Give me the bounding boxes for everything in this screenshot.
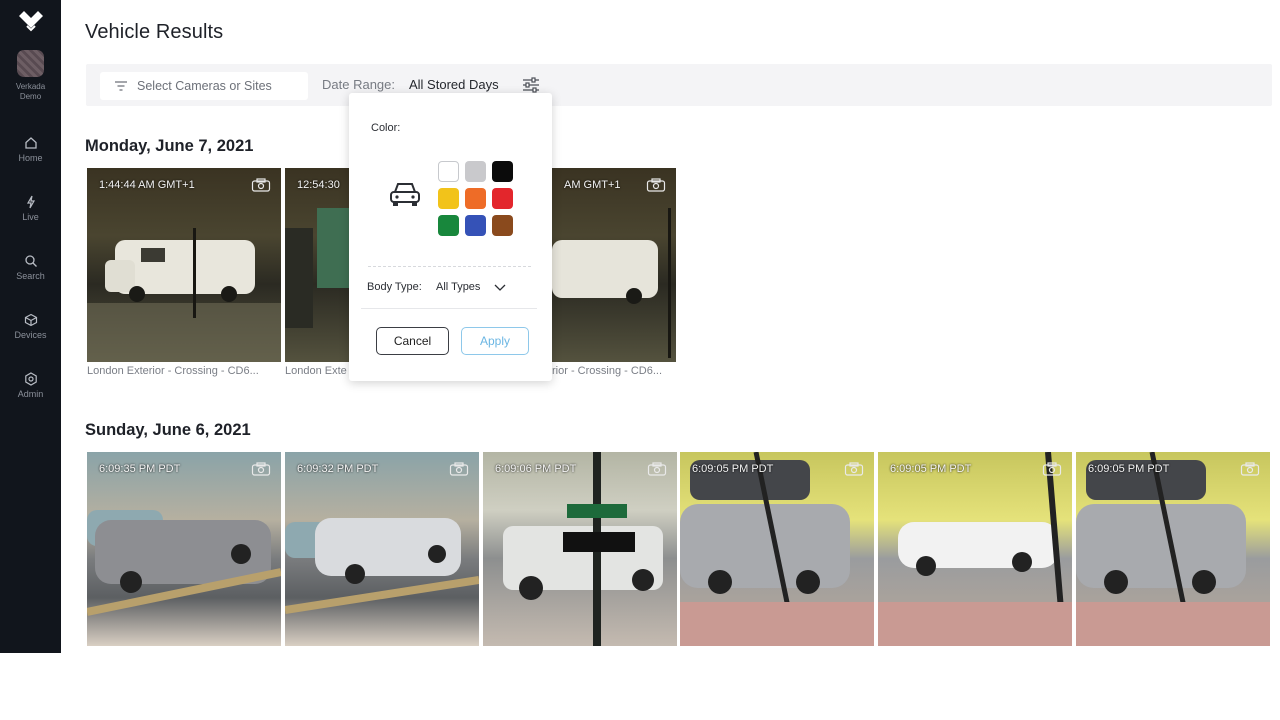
- capture-timestamp: 6:09:05 PM PDT: [890, 463, 972, 475]
- vehicle-result-card[interactable]: 12:54:30 London Exte: [285, 168, 349, 377]
- vehicle-scene: [552, 208, 671, 358]
- vehicle-result-card[interactable]: 6:09:05 PM PDT: [680, 452, 874, 649]
- sidebar-item-admin[interactable]: Admin: [0, 372, 61, 412]
- vehicle-result-card[interactable]: 6:09:06 PM PDT: [483, 452, 677, 649]
- color-swatch-white[interactable]: [438, 161, 459, 182]
- sidebar-item-label: Live: [22, 212, 39, 222]
- chevron-down-icon[interactable]: [494, 282, 506, 292]
- camera-icon[interactable]: [646, 178, 666, 192]
- search-icon: [24, 255, 37, 267]
- org-name: Verkada Demo: [4, 82, 57, 102]
- filter-icon: [115, 81, 127, 91]
- org-name-line1: Verkada: [15, 82, 46, 91]
- home-icon: [24, 137, 37, 149]
- camera-icon[interactable]: [844, 462, 864, 476]
- car-icon: [390, 183, 420, 206]
- devices-icon: [24, 313, 37, 327]
- vehicle-thumbnail: 6:09:32 PM PDT: [285, 452, 479, 646]
- sidebar-item-live[interactable]: Live: [0, 195, 61, 235]
- sidebar-item-label: Admin: [17, 389, 44, 399]
- capture-timestamp: 6:09:32 PM PDT: [297, 463, 379, 475]
- verkada-logo-icon[interactable]: [18, 10, 44, 32]
- color-swatch-blue[interactable]: [465, 215, 486, 236]
- camera-caption: rior - Crossing - CD6...: [552, 365, 663, 377]
- color-swatch-brown[interactable]: [492, 215, 513, 236]
- vehicle-filter-popover: Color: Body Type: All Types Cancel Apply: [349, 93, 552, 381]
- sidebar-item-home[interactable]: Home: [0, 136, 61, 176]
- camera-caption: London Exte: [285, 365, 347, 377]
- vehicle-thumbnail: 6:09:35 PM PDT: [87, 452, 281, 646]
- capture-timestamp: 6:09:05 PM PDT: [692, 463, 774, 475]
- camera-icon[interactable]: [251, 462, 271, 476]
- vehicle-thumbnail: 6:09:05 PM PDT: [878, 452, 1072, 646]
- org-name-line2: Demo: [19, 92, 42, 101]
- vehicle-scene: [285, 518, 479, 614]
- vehicle-thumbnail: 1:44:44 AM GMT+1: [87, 168, 281, 362]
- vehicle-scene: [680, 452, 874, 646]
- camera-icon[interactable]: [449, 462, 469, 476]
- camera-icon[interactable]: [251, 178, 271, 192]
- org-avatar[interactable]: [17, 50, 44, 77]
- sidebar-item-label: Home: [18, 153, 43, 163]
- filter-settings-icon[interactable]: [520, 75, 542, 95]
- capture-timestamp: AM GMT+1: [564, 179, 621, 191]
- vehicle-result-card[interactable]: 6:09:32 PM PDT: [285, 452, 479, 649]
- vehicle-scene: [1076, 452, 1270, 646]
- camera-icon[interactable]: [647, 462, 667, 476]
- filter-bar: Select Cameras or Sites Date Range: All …: [86, 64, 1272, 106]
- color-swatch-silver[interactable]: [465, 161, 486, 182]
- date-heading: Sunday, June 6, 2021: [85, 421, 251, 439]
- vehicle-scene: [503, 452, 663, 646]
- sidebar-item-search[interactable]: Search: [0, 254, 61, 294]
- vehicle-thumbnail: AM GMT+1: [552, 168, 676, 362]
- live-icon: [26, 195, 35, 209]
- vehicle-scene: [285, 208, 349, 328]
- vehicle-scene: [87, 510, 281, 616]
- capture-timestamp: 6:09:05 PM PDT: [1088, 463, 1170, 475]
- app-window: Verkada Demo Home Live Search Devices Ad…: [0, 0, 1280, 720]
- vehicle-scene: [878, 452, 1072, 646]
- camera-select-placeholder: Select Cameras or Sites: [137, 79, 272, 93]
- vehicle-thumbnail: 6:09:05 PM PDT: [680, 452, 874, 646]
- vehicle-scene: [87, 228, 281, 362]
- color-swatch-orange[interactable]: [465, 188, 486, 209]
- camera-icon[interactable]: [1042, 462, 1062, 476]
- cancel-button[interactable]: Cancel: [376, 327, 449, 355]
- color-label: Color:: [371, 122, 401, 134]
- sidebar-item-devices[interactable]: Devices: [0, 313, 61, 353]
- body-type-label: Body Type:: [367, 281, 422, 293]
- capture-timestamp: 6:09:06 PM PDT: [495, 463, 577, 475]
- vehicle-thumbnail: 12:54:30: [285, 168, 349, 362]
- vehicle-result-card[interactable]: AM GMT+1 rior - Crossing - CD6...: [552, 168, 676, 377]
- vehicle-result-card[interactable]: 6:09:35 PM PDT: [87, 452, 281, 649]
- page-title: Vehicle Results: [85, 21, 224, 43]
- vehicle-thumbnail: 6:09:05 PM PDT: [1076, 452, 1270, 646]
- sidebar-item-label: Search: [16, 271, 45, 281]
- date-heading: Monday, June 7, 2021: [85, 137, 254, 155]
- divider: [361, 308, 537, 309]
- capture-timestamp: 6:09:35 PM PDT: [99, 463, 181, 475]
- sidebar: Verkada Demo Home Live Search Devices Ad…: [0, 0, 61, 653]
- body-type-dropdown[interactable]: All Types: [436, 281, 480, 293]
- date-range-dropdown[interactable]: All Stored Days: [409, 77, 499, 92]
- camera-icon[interactable]: [1240, 462, 1260, 476]
- color-swatch-black[interactable]: [492, 161, 513, 182]
- sidebar-item-label: Devices: [14, 330, 47, 340]
- capture-timestamp: 1:44:44 AM GMT+1: [99, 179, 195, 191]
- admin-icon: [24, 372, 37, 386]
- color-swatch-green[interactable]: [438, 215, 459, 236]
- camera-caption: London Exterior - Crossing - CD6...: [87, 365, 259, 377]
- vehicle-result-card[interactable]: 6:09:05 PM PDT: [878, 452, 1072, 649]
- capture-timestamp: 12:54:30: [297, 179, 340, 191]
- camera-site-select[interactable]: Select Cameras or Sites: [100, 72, 308, 100]
- vehicle-thumbnail: 6:09:06 PM PDT: [483, 452, 677, 646]
- vehicle-result-card[interactable]: 1:44:44 AM GMT+1 London Exterior - Cross…: [87, 168, 281, 377]
- divider: [368, 266, 531, 267]
- date-range-label: Date Range:: [322, 77, 395, 92]
- color-swatch-red[interactable]: [492, 188, 513, 209]
- color-swatch-yellow[interactable]: [438, 188, 459, 209]
- apply-button[interactable]: Apply: [461, 327, 529, 355]
- vehicle-result-card[interactable]: 6:09:05 PM PDT: [1076, 452, 1270, 649]
